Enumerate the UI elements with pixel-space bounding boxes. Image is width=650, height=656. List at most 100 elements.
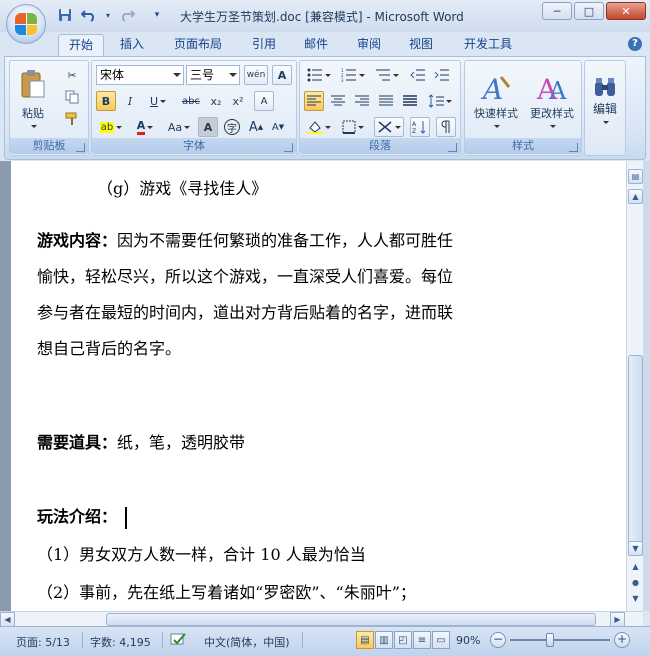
sort-button[interactable]: AZ [410,117,430,137]
bullets-icon [307,68,322,82]
browse-object-icon[interactable]: ● [628,575,643,590]
grow-font-button[interactable]: A ▲ [246,117,266,137]
paragraph-launcher-icon[interactable] [448,143,457,152]
subscript-button[interactable]: x₂ [206,91,226,111]
distributed-icon [403,95,417,106]
undo-dropdown-icon[interactable]: ▾ [104,6,112,24]
bullets-button[interactable] [304,65,334,85]
show-marks-button[interactable] [436,117,456,137]
font-name-combo[interactable]: 宋体 [96,65,184,85]
change-case-button[interactable]: Aa [164,117,194,137]
minimize-button[interactable]: ─ [542,2,572,20]
phonetic-guide-button[interactable]: wén [244,65,268,85]
scroll-up-icon[interactable]: ▲ [628,189,643,204]
chinese-layout-button[interactable] [374,117,404,137]
scroll-left-icon[interactable]: ◀ [0,612,15,627]
horizontal-scrollbar[interactable]: ◀ ▶ [0,611,643,627]
document-page[interactable]: （g）游戏《寻找佳人》 游戏内容：因为不需要任何繁琐的准备工作，人人都可胜任 愉… [11,161,626,611]
align-center-button[interactable] [328,91,348,111]
tab-insert[interactable]: 插入 [112,34,152,56]
doc-line-game-title: （g）游戏《寻找佳人》 [97,179,268,198]
redo-icon[interactable] [118,6,136,24]
tab-home[interactable]: 开始 [58,34,104,56]
help-icon[interactable]: ? [628,37,642,51]
vertical-scroll-thumb[interactable] [628,355,643,555]
bold-icon: B [101,94,111,108]
tab-developer[interactable]: 开发工具 [456,34,520,56]
save-icon[interactable] [56,6,74,24]
character-border-button[interactable]: A [272,65,292,85]
status-bar: 页面: 5/13 字数: 4,195 中文(简体，中国) ▤ ▥ ◰ ≡ ▭ 9… [0,626,650,656]
binoculars-icon [595,78,615,96]
zoom-level[interactable]: 90% [456,634,480,647]
align-left-button[interactable] [304,91,324,111]
decrease-indent-button[interactable] [408,65,428,85]
draft-view-icon[interactable]: ▭ [432,631,450,649]
customize-toolbar-icon[interactable]: ▾ [148,6,166,24]
shrink-font-button[interactable]: A ▼ [268,117,288,137]
close-button[interactable]: ✕ [606,2,646,20]
ruler-toggle-icon[interactable]: ▤ [628,169,643,184]
font-launcher-icon[interactable] [284,143,293,152]
clear-formatting-button[interactable]: A [254,91,274,111]
font-size-combo[interactable]: 三号 [186,65,240,85]
outline-view-icon[interactable]: ≡ [413,631,431,649]
tab-review[interactable]: 审阅 [349,34,389,56]
multilevel-list-button[interactable] [372,65,402,85]
justify-button[interactable] [376,91,396,111]
copy-icon[interactable] [62,87,82,107]
page-indicator[interactable]: 页面: 5/13 [16,634,70,650]
zoom-slider-thumb[interactable] [546,633,554,647]
quick-styles-button[interactable]: A 快速样式 [469,65,523,135]
scroll-right-icon[interactable]: ▶ [610,612,625,627]
paste-button[interactable]: 粘贴 [16,65,50,131]
office-button[interactable] [6,4,46,44]
svg-text:Z: Z [412,128,416,134]
align-right-button[interactable] [352,91,372,111]
tab-mailings[interactable]: 邮件 [296,34,336,56]
svg-text:3: 3 [341,78,344,82]
horizontal-scroll-thumb[interactable] [106,613,596,626]
undo-icon[interactable] [80,6,98,24]
enclose-characters-button[interactable]: 字 [222,117,242,137]
font-color-button[interactable]: A [130,117,160,137]
change-styles-button[interactable]: AA 更改样式 [525,65,579,135]
proofing-icon[interactable] [170,632,188,651]
svg-text:A: A [412,121,417,128]
text-highlight-button[interactable]: ab [96,117,126,137]
tab-references[interactable]: 引用 [244,34,284,56]
borders-button[interactable] [338,117,368,137]
word-count[interactable]: 字数: 4,195 [90,634,151,650]
numbering-button[interactable]: 123 [338,65,368,85]
shading-button[interactable] [304,117,334,137]
scroll-down-icon[interactable]: ▼ [628,541,643,556]
tab-page-layout[interactable]: 页面布局 [166,34,230,56]
format-painter-icon[interactable] [62,109,82,129]
clipboard-launcher-icon[interactable] [76,143,85,152]
maximize-button[interactable]: □ [574,2,604,20]
italic-button[interactable]: I [120,91,140,111]
zoom-slider-track[interactable] [510,639,610,641]
styles-launcher-icon[interactable] [569,143,578,152]
previous-page-icon[interactable]: ▲ [628,559,643,574]
next-page-icon[interactable]: ▼ [628,591,643,606]
character-shading-button[interactable]: A [198,117,218,137]
strikethrough-button[interactable]: abc [178,91,204,111]
zoom-out-button[interactable]: − [490,632,506,648]
print-layout-view-icon[interactable]: ▤ [356,631,374,649]
distributed-button[interactable] [400,91,420,111]
vertical-scrollbar[interactable]: ▤ ▲ ▼ ▲ ● ▼ [626,161,643,611]
web-layout-icon[interactable]: ◰ [394,631,412,649]
line-spacing-button[interactable] [424,91,456,111]
superscript-button[interactable]: x² [228,91,248,111]
underline-button[interactable]: U [144,91,172,111]
bold-button[interactable]: B [96,91,116,111]
full-screen-reading-icon[interactable]: ▥ [375,631,393,649]
editing-button[interactable]: 编辑 [587,65,623,135]
doc-line-content-4: 想自己背后的名字。 [37,339,182,358]
cut-icon[interactable]: ✂ [62,65,82,85]
tab-view[interactable]: 视图 [401,34,441,56]
language-indicator[interactable]: 中文(简体，中国) [204,634,290,650]
zoom-in-button[interactable]: + [614,632,630,648]
increase-indent-button[interactable] [432,65,452,85]
